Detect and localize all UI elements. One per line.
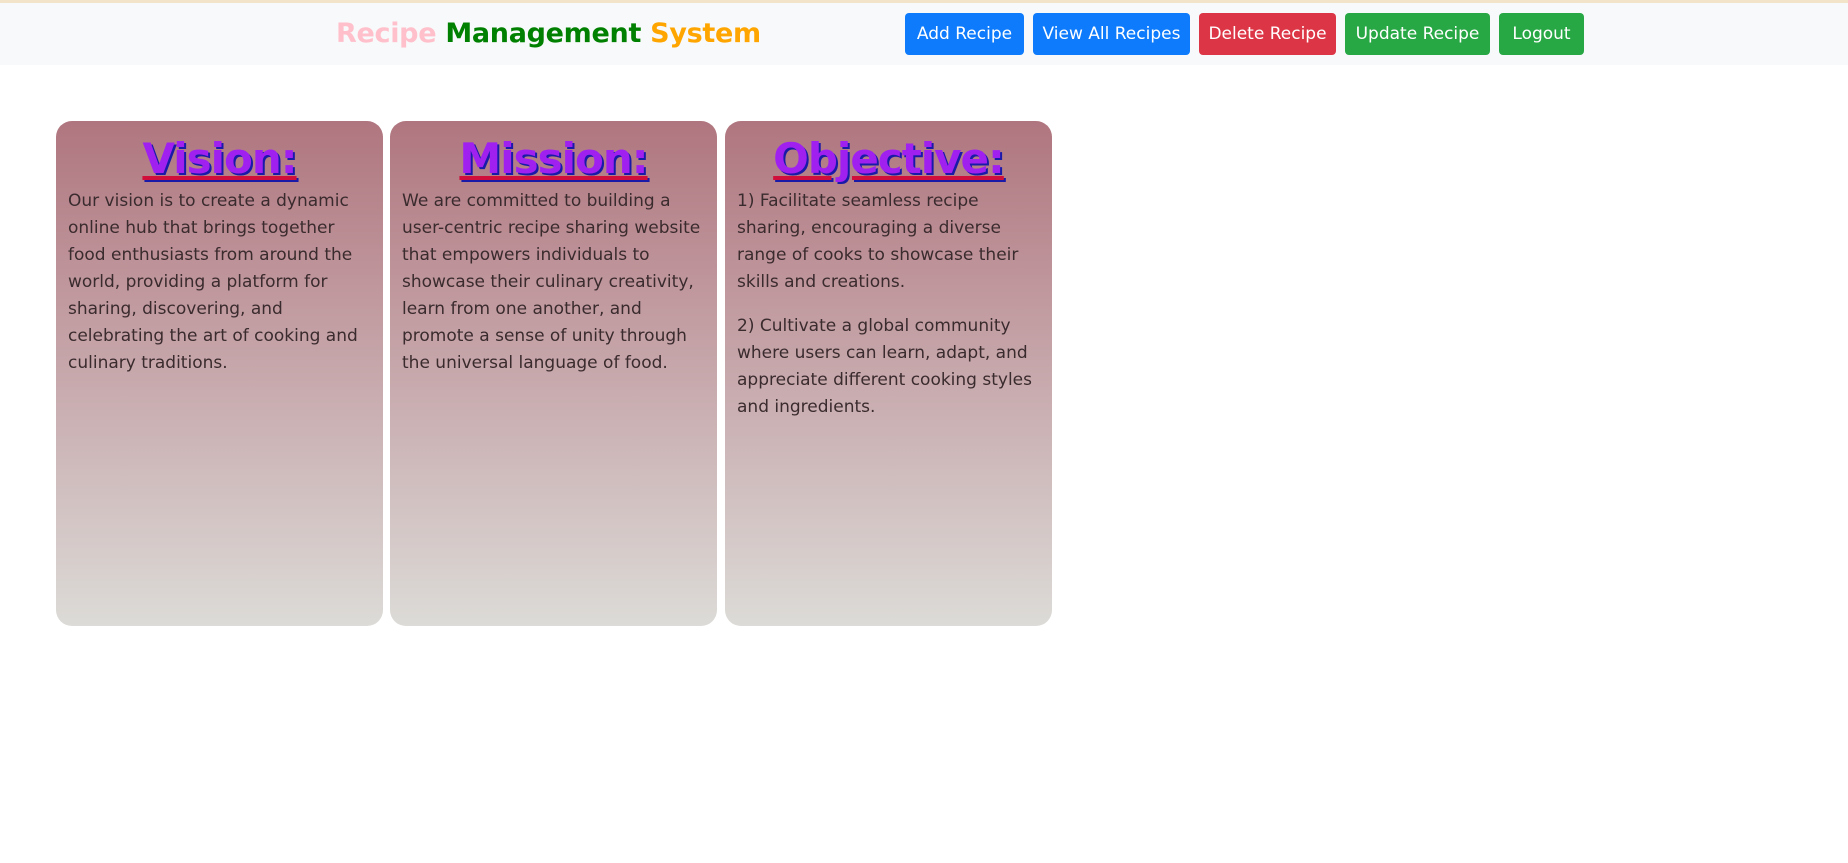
brand-word-recipe: Recipe (336, 18, 437, 49)
brand-word-system: System (650, 18, 761, 49)
brand-title: Recipe Management System (336, 18, 761, 49)
mission-card: Mission: We are committed to building a … (390, 121, 717, 626)
brand-word-management: Management (445, 18, 642, 49)
navbar: Recipe Management System Add Recipe View… (0, 3, 1848, 65)
objective-title: Objective: (773, 134, 1005, 183)
vision-card: Vision: Our vision is to create a dynami… (56, 121, 383, 626)
view-all-recipes-button[interactable]: View All Recipes (1033, 13, 1190, 55)
vision-text: Our vision is to create a dynamic online… (68, 191, 358, 373)
mission-title: Mission: (459, 134, 648, 183)
add-recipe-button[interactable]: Add Recipe (905, 13, 1024, 55)
vision-title: Vision: (142, 134, 297, 183)
logout-button[interactable]: Logout (1499, 13, 1584, 55)
objective-card: Objective: 1) Facilitate seamless recipe… (725, 121, 1052, 626)
objective-item-2: 2) Cultivate a global community where us… (737, 316, 1033, 417)
delete-recipe-button[interactable]: Delete Recipe (1199, 13, 1336, 55)
update-recipe-button[interactable]: Update Recipe (1345, 13, 1490, 55)
objective-item-1: 1) Facilitate seamless recipe sharing, e… (737, 191, 1019, 292)
mission-text: We are committed to building a user-cent… (402, 191, 701, 373)
